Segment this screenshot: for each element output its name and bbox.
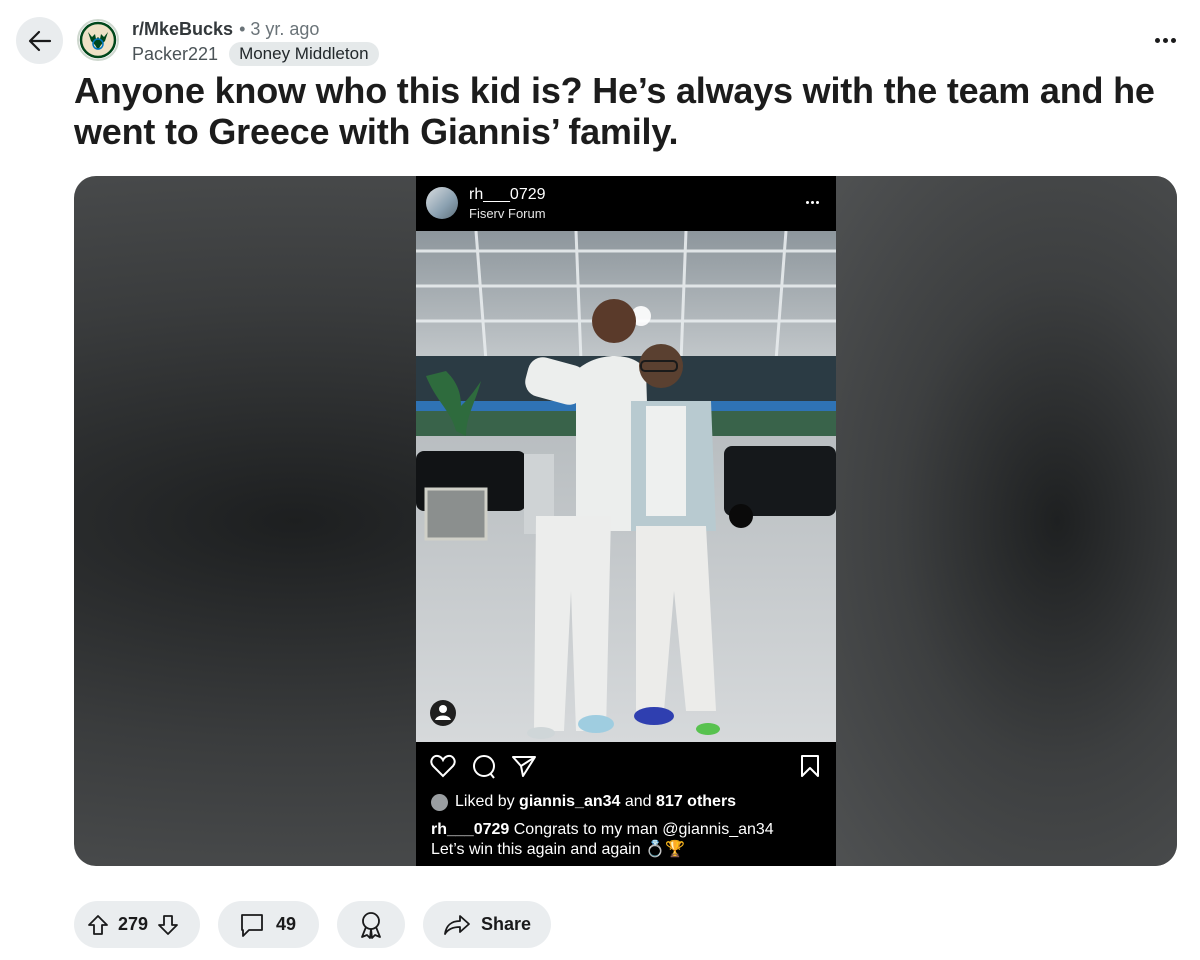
share-icon <box>444 914 470 935</box>
instagram-screenshot: rh___0729 Fiserv Forum Liked by giannis_… <box>416 176 836 866</box>
heart-icon <box>430 754 456 778</box>
comments-button[interactable]: 49 <box>218 901 319 948</box>
user-flair: Money Middleton <box>229 42 379 66</box>
vote-control: 279 <box>74 901 200 948</box>
instagram-actions <box>416 751 836 781</box>
arrow-left-icon <box>28 30 51 51</box>
instagram-header: rh___0729 Fiserv Forum <box>416 176 836 231</box>
media-blur-background <box>835 176 1177 866</box>
author-name[interactable]: Packer221 <box>132 43 218 66</box>
more-options-button[interactable] <box>1150 30 1180 50</box>
upvote-count: 279 <box>118 914 149 934</box>
separator-dot: • <box>239 19 246 39</box>
instagram-caption: rh___0729 Congrats to my man @giannis_an… <box>431 821 774 858</box>
instagram-more-icon <box>806 201 819 204</box>
share-label: Share <box>481 914 532 934</box>
post-meta: r/MkeBucks • 3 yr. ago Packer221 Money M… <box>132 18 379 66</box>
downvote-icon[interactable] <box>156 913 180 937</box>
back-button[interactable] <box>16 17 63 64</box>
instagram-location: Fiserv Forum <box>469 206 546 221</box>
post-title: Anyone know who this kid is? He’s always… <box>74 70 1155 152</box>
send-icon <box>512 756 536 777</box>
instagram-avatar <box>426 187 458 219</box>
award-icon <box>361 911 381 939</box>
instagram-username: rh___0729 <box>469 186 546 203</box>
instagram-comment-icon <box>473 755 495 779</box>
photo-illustration <box>416 231 836 742</box>
bucks-logo-icon <box>79 21 117 59</box>
bookmark-icon <box>801 755 819 777</box>
post-action-bar: 279 49 Share <box>74 901 551 948</box>
instagram-likes: Liked by giannis_an34 and 817 others <box>431 792 736 812</box>
liker-avatar <box>431 793 448 811</box>
instagram-photo <box>416 231 836 742</box>
share-button[interactable]: Share <box>423 901 551 948</box>
award-button[interactable] <box>337 901 405 948</box>
comment-icon <box>241 913 263 937</box>
subreddit-name[interactable]: r/MkeBucks <box>132 18 233 41</box>
upvote-icon[interactable] <box>86 913 110 937</box>
comment-count: 49 <box>276 914 297 934</box>
more-horizontal-icon <box>1154 37 1160 43</box>
subreddit-avatar[interactable] <box>77 19 119 61</box>
post-age: 3 yr. ago <box>250 19 320 39</box>
